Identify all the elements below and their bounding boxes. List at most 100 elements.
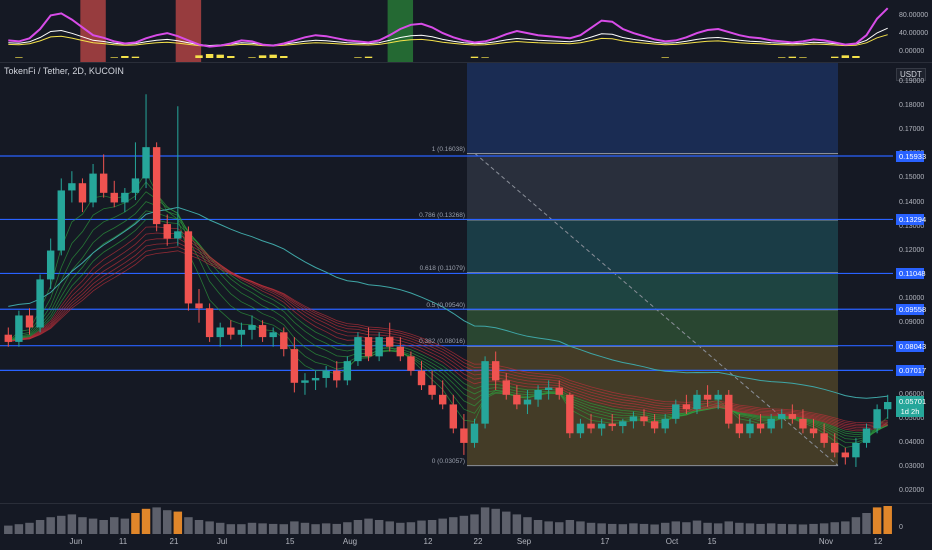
volume-bar [35,520,45,534]
candle-body [513,394,521,405]
volume-bar [427,520,437,534]
oscillator-pane[interactable]: 80.00000 40.00000 0.00000 [0,0,932,62]
volume-bar [88,518,98,534]
volume-bar [120,518,130,534]
fib-level-label: 0.382 (0.08016) [419,338,465,346]
volume-bar [597,523,606,534]
time-axis-label: 17 [600,537,610,546]
fib-zone [467,346,838,466]
candle-body [862,428,871,443]
volume-bar [512,514,522,534]
volume-bar [311,524,320,534]
time-axis-label: 21 [169,537,179,546]
volume-bar [872,507,882,534]
volume-bar [279,524,289,534]
volume-bar [268,523,278,534]
volume-bar [809,523,818,534]
candle-body [831,442,839,453]
volume-bar [618,524,628,534]
candle-body [587,423,595,429]
candle-body [407,356,415,371]
candle-body [216,327,224,338]
price-tag: 0.08043 [896,340,926,352]
fib-level-label: 0.786 (0.13268) [419,212,465,220]
candle-body [566,394,574,434]
candle-body [78,183,87,203]
fib-zone [467,153,838,221]
volume-bar [449,517,458,534]
volume-bar [459,515,469,534]
volume-bar [226,524,236,534]
indicator-signal-column [387,0,414,62]
volume-bar [152,507,161,534]
candle-body [301,380,309,383]
price-tag: 0.15933 [896,151,926,162]
price-axis-label: 0.12000 [899,246,925,254]
price-axis-label: 0.18000 [899,102,925,110]
candle-body [322,370,330,378]
volume-bar [184,517,193,534]
price-chart-pane[interactable] [0,63,932,503]
candle-body [597,423,606,429]
fib-extension-zone [467,63,838,154]
candle-body [15,315,23,342]
volume-bar [215,522,225,534]
volume-bar [247,522,257,534]
volume-bar [321,523,331,534]
candle-body [693,394,701,410]
price-tag: 0.11048 [896,268,926,280]
candle-body [386,337,394,347]
candle-body [364,337,373,357]
candle-body [68,183,76,191]
fib-level-label: 0.5 (0.09540) [426,301,465,309]
volume-bar [692,520,702,534]
candle-body [682,404,691,410]
volume-bar [173,511,183,534]
candle-body [820,433,828,443]
time-axis[interactable]: Jun 11 21 Jul 15 Aug 12 22 Sep 17 Oct 15 Nov 12 [0,534,932,550]
candle-body [534,389,542,400]
candle-body [799,418,807,429]
volume-bar [300,522,310,534]
volume-bar [544,521,553,534]
candle-body [227,327,235,335]
volume-bar [353,520,363,534]
volume-bar [502,511,511,534]
volume-bar [650,524,659,534]
candle-body [248,325,256,330]
indicator-histogram-bar [799,57,807,58]
candle-body [778,414,786,419]
candle-body [142,147,150,179]
volume-bar [703,522,712,534]
volume-bar [660,522,670,534]
price-axis-label: 0.10000 [899,294,925,302]
indicator-histogram-bar [195,55,203,58]
volume-bar [396,522,405,534]
volume-pane[interactable]: 0 [0,504,932,534]
candle-body [89,173,97,203]
candle-body [57,190,65,251]
volume-chart [4,506,892,534]
indicator-histogram-bar [841,55,850,58]
candle-body [555,387,563,395]
price-tag: 0.09558 [896,304,926,316]
indicator-histogram-bar [121,56,129,58]
candle-body [333,370,341,381]
oscillator-chart [8,0,889,62]
candle-body [841,452,850,458]
volume-bar [533,520,543,534]
volume-bar [491,508,500,534]
indicator-histogram-bar [852,56,860,58]
candle-body [121,192,129,203]
price-tag: 1d 2h [896,406,924,417]
fib-level-label: 1 (0.16038) [431,145,465,153]
volume-bar [162,510,172,534]
volume-bar [343,522,352,534]
candle-body [460,428,468,443]
candle-body [873,409,881,429]
volume-bar [4,525,13,534]
indicator-histogram-bar [110,57,118,58]
symbol-title[interactable]: TokenFi / Tether, 2D, KUCOIN [4,66,124,76]
candle-body [99,173,108,193]
indicator-signal-column [175,0,202,62]
